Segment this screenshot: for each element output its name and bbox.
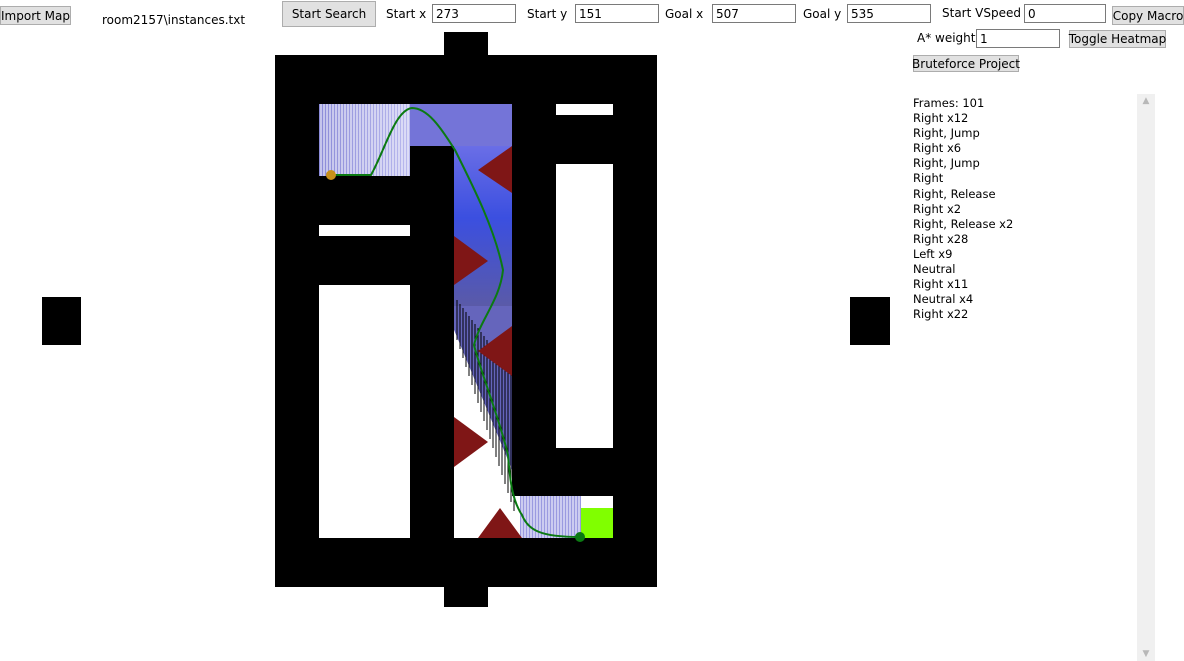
macro-line: Neutral x4 xyxy=(913,292,974,307)
macro-line: Right x22 xyxy=(913,307,969,322)
door-block-bottom xyxy=(444,585,488,607)
macro-line: Right x28 xyxy=(913,231,969,246)
macro-line: Frames: 101 xyxy=(913,96,985,110)
scroll-down-icon[interactable]: ▼ xyxy=(1137,647,1155,661)
start-marker xyxy=(326,170,336,180)
macro-line: Right, Release xyxy=(913,186,996,201)
macro-scrollbar[interactable]: ▲ ▼ xyxy=(1137,94,1155,661)
macro-line: Right x6 xyxy=(913,141,962,156)
macro-line: Left x9 xyxy=(913,246,953,261)
macro-line: Right, Release x2 xyxy=(913,216,1014,231)
macro-line: Right x12 xyxy=(913,111,969,126)
heatmap-bottom xyxy=(520,496,581,538)
macro-line: Right xyxy=(913,171,944,186)
goal-zone xyxy=(581,508,613,538)
macro-line: Right x2 xyxy=(913,201,962,216)
scroll-up-icon[interactable]: ▲ xyxy=(1137,94,1155,108)
side-block-right xyxy=(850,297,890,345)
heatmap-top-left xyxy=(319,104,410,176)
side-block-left xyxy=(42,297,81,345)
macro-line: Right x11 xyxy=(913,277,969,292)
macro-output-list: Frames: 101 Right x12 Right, Jump Right x6 R… xyxy=(913,96,1013,322)
end-marker xyxy=(575,532,585,542)
macro-line: Neutral xyxy=(913,262,956,277)
door-block-top xyxy=(444,32,488,56)
macro-line: Right, Jump xyxy=(913,126,980,141)
macro-line: Right, Jump xyxy=(913,156,980,171)
